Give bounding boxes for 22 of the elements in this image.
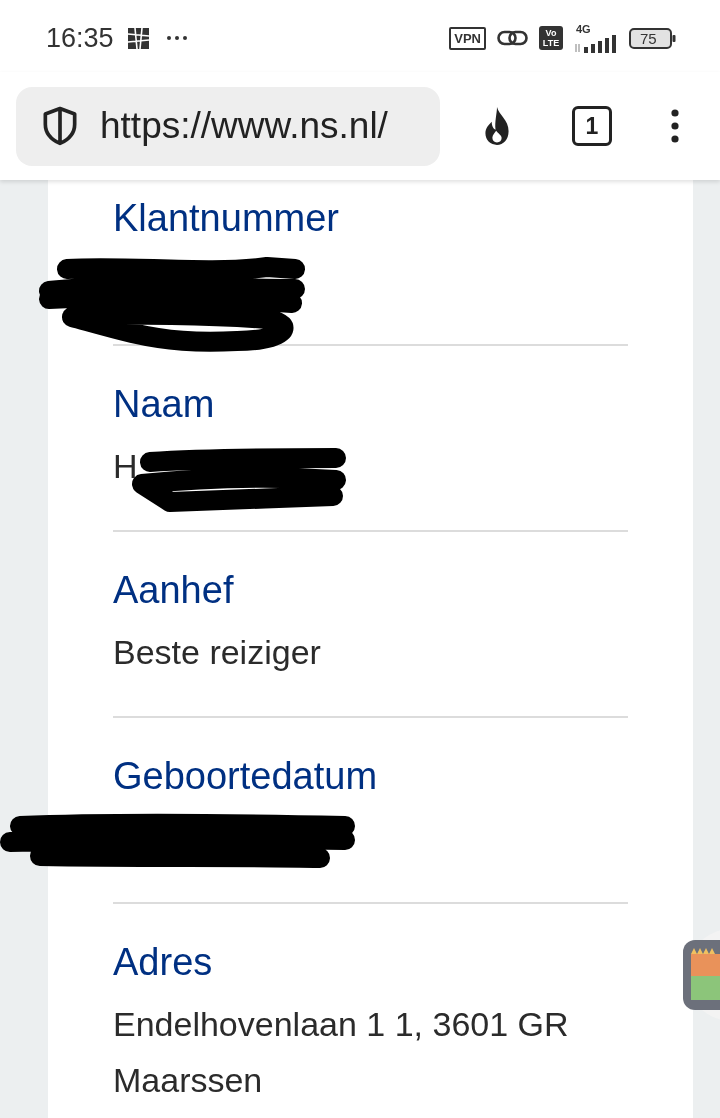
- link-icon: [497, 29, 528, 47]
- field-value: Beste reiziger: [113, 632, 321, 673]
- battery-icon: [629, 27, 676, 49]
- volte-badge: Vo LTE: [539, 26, 563, 50]
- app-notification-icon: [126, 26, 150, 50]
- field-value: H: [113, 446, 138, 487]
- field-label: Geboortedatum: [113, 754, 379, 798]
- more-notifications-icon: [166, 36, 187, 40]
- network-type-label: 4G: [576, 23, 591, 35]
- tab-count-button[interactable]: 1: [572, 106, 612, 146]
- field-label: Adres: [113, 940, 214, 984]
- field-value: Endelhovenlaan 1 1, 3601 GR Maarssen: [113, 1004, 570, 1101]
- status-time: 16:35: [46, 22, 114, 54]
- vpn-badge: VPN: [449, 26, 486, 50]
- battery-percentage: 75: [640, 29, 657, 47]
- signal-strength-icon: [574, 34, 618, 53]
- field-label: Aanhef: [113, 568, 235, 612]
- address-bar[interactable]: https://www.ns.nl/: [16, 86, 440, 166]
- url-text[interactable]: https://www.ns.nl/: [100, 105, 388, 147]
- field-label: Klantnummer: [113, 196, 340, 240]
- more-options-icon[interactable]: [671, 109, 679, 143]
- field-label: Naam: [113, 382, 216, 426]
